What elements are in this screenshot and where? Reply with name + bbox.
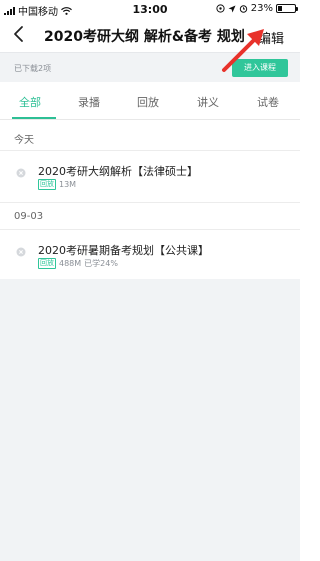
section-header-today: 今天 — [14, 135, 34, 146]
item-size: 488M — [59, 259, 82, 268]
select-circle-icon[interactable] — [16, 168, 26, 178]
location-icon — [216, 4, 225, 13]
page-title: 2020考研大纲 解析&备考 规划 — [44, 29, 245, 45]
tab-exams[interactable]: 试卷 — [257, 94, 279, 110]
battery-icon — [276, 4, 298, 13]
replay-badge: 回放 — [38, 179, 56, 190]
download-info-bar: 已下载2项 进入课程 — [0, 52, 300, 82]
nav-bar: 2020考研大纲 解析&备考 规划 编辑 — [0, 18, 300, 52]
alarm-icon — [239, 5, 247, 13]
tab-replay[interactable]: 回放 — [137, 94, 159, 110]
tab-all[interactable]: 全部 — [19, 94, 41, 110]
section-divider — [0, 150, 300, 151]
item-title: 2020考研大纲解析【法律硕士】 — [38, 165, 198, 178]
item-title: 2020考研暑期备考规划【公共课】 — [38, 244, 209, 257]
item-meta: 回放 488M 已学24% — [38, 258, 118, 269]
tab-recorded[interactable]: 录播 — [78, 94, 100, 110]
item-progress: 已学24% — [84, 259, 118, 268]
tab-handouts[interactable]: 讲义 — [197, 94, 219, 110]
item-meta: 回放 13M — [38, 179, 76, 190]
section-header-date: 09-03 — [14, 211, 44, 222]
section-divider — [0, 202, 300, 203]
edit-button[interactable]: 编辑 — [258, 28, 284, 47]
empty-list-area — [0, 279, 300, 561]
replay-badge: 回放 — [38, 258, 56, 269]
select-circle-icon[interactable] — [16, 247, 26, 257]
enter-course-button[interactable]: 进入课程 — [232, 59, 288, 77]
downloaded-count: 已下载2项 — [14, 64, 52, 73]
filter-tabs: 全部 录播 回放 讲义 试卷 — [0, 84, 300, 120]
chevron-left-icon[interactable] — [10, 23, 30, 45]
status-right: 23% — [216, 3, 298, 14]
download-item[interactable]: 2020考研暑期备考规划【公共课】 回放 488M 已学24% — [0, 238, 300, 274]
download-item[interactable]: 2020考研大纲解析【法律硕士】 回放 13M — [0, 159, 300, 195]
item-size: 13M — [59, 180, 77, 189]
navigation-arrow-icon — [228, 5, 236, 12]
active-tab-indicator — [12, 117, 56, 119]
status-bar: 中国移动 13:00 23% — [0, 0, 300, 18]
battery-percent: 23% — [250, 3, 273, 14]
section-divider — [0, 229, 300, 230]
